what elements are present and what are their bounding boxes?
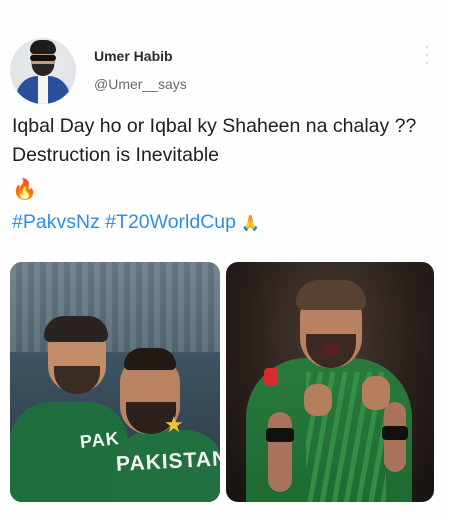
avatar-hair-shape [30,40,56,54]
avatar-glasses-shape [30,55,56,61]
bowler-hair [296,280,366,310]
jersey-star-icon: ★ [164,412,184,437]
bowler-arm-left [268,412,292,492]
avatar-shirt-shape [38,76,48,104]
tweet-hashtags[interactable]: #PakvsNz #T20WorldCup 🙏 [12,208,260,238]
player-left-body [10,402,128,502]
player-right-hair [124,348,176,370]
media-photo-left[interactable]: ★ PAK PAKISTAN [10,262,220,502]
more-vertical-icon[interactable] [424,46,430,64]
pray-emoji: 🙏 [241,215,261,232]
avatar[interactable] [10,38,76,104]
avatar-beard-shape [32,64,54,76]
bowler-fist-left [304,384,332,416]
tweet-card: Umer Habib @Umer__says Iqbal Day ho or I… [0,0,450,517]
player-left-hair [44,316,108,342]
media-photo-right[interactable] [226,262,434,502]
jersey-badge-icon [264,368,278,386]
jersey-text-pak: PAK [79,427,121,453]
fire-emoji: 🔥 [12,179,37,201]
bowler-fist-right [362,376,390,410]
wristband-left [266,428,294,442]
bowler-mouth [322,344,340,356]
player-left-beard [54,366,100,394]
tweet-text: Iqbal Day ho or Iqbal ky Shaheen na chal… [12,115,417,166]
author-name[interactable]: Umer Habib [94,48,173,64]
stadium-crowd-shape [10,262,220,352]
author-handle[interactable]: @Umer__says [94,76,187,92]
wristband-right [382,426,408,440]
hashtags-text[interactable]: #PakvsNz #T20WorldCup [12,211,236,233]
